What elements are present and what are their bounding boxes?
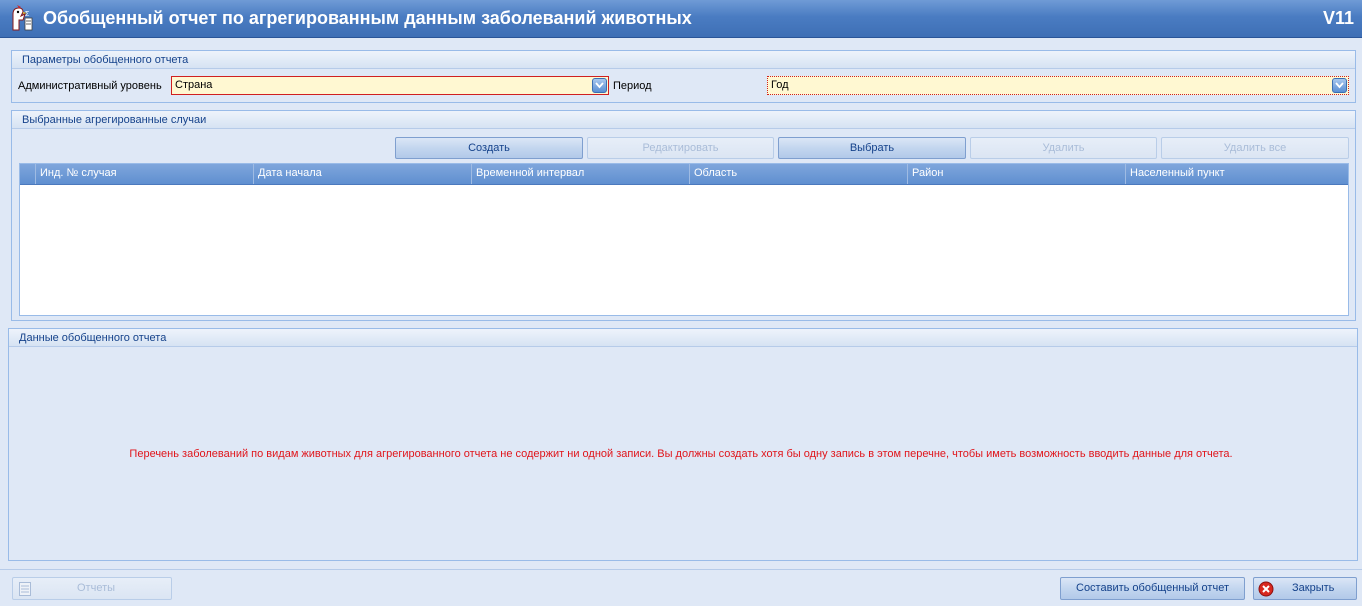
period-label: Период <box>613 80 652 92</box>
column-district[interactable]: Район <box>908 164 1126 184</box>
create-button[interactable]: Создать <box>395 137 583 159</box>
period-combo[interactable]: Год <box>767 76 1349 95</box>
edit-button[interactable]: Редактировать <box>587 137 774 159</box>
cases-grid[interactable]: Инд. № случая Дата начала Временной инте… <box>19 163 1349 316</box>
report-params-group: Параметры обобщенного отчета Администрат… <box>11 50 1356 103</box>
column-time-interval[interactable]: Временной интервал <box>472 164 690 184</box>
close-icon <box>1258 581 1274 597</box>
app-logo-icon: Σ <box>12 5 33 31</box>
select-button[interactable]: Выбрать <box>778 137 966 159</box>
chevron-down-icon[interactable] <box>1332 78 1347 93</box>
empty-list-warning: Перечень заболеваний по видам животных д… <box>129 448 1233 460</box>
column-start-date[interactable]: Дата начала <box>254 164 472 184</box>
grid-header: Инд. № случая Дата начала Временной инте… <box>20 164 1348 185</box>
column-settlement[interactable]: Населенный пункт <box>1126 164 1348 184</box>
delete-all-button[interactable]: Удалить все <box>1161 137 1349 159</box>
window-title: Обобщенный отчет по агрегированным данны… <box>43 8 692 28</box>
delete-button[interactable]: Удалить <box>970 137 1157 159</box>
compose-report-button[interactable]: Составить обобщенный отчет <box>1060 577 1245 600</box>
window-titlebar: Σ Обобщенный отчет по агрегированным дан… <box>0 0 1362 38</box>
report-icon <box>19 582 31 596</box>
close-label: Закрыть <box>1292 582 1335 594</box>
report-data-group: Данные обобщенного отчета <box>8 328 1358 561</box>
selected-cases-group: Выбранные агрегированные случаи Создать … <box>11 110 1356 321</box>
period-value: Год <box>771 79 789 91</box>
cases-header: Выбранные агрегированные случаи <box>12 111 1355 129</box>
params-header: Параметры обобщенного отчета <box>12 51 1355 69</box>
column-case-id[interactable]: Инд. № случая <box>36 164 254 184</box>
footer-divider <box>0 569 1362 570</box>
admin-level-value: Страна <box>175 79 213 91</box>
svg-text:Σ: Σ <box>25 11 30 18</box>
row-indicator-header <box>20 164 36 184</box>
admin-level-combo[interactable]: Страна <box>171 76 609 95</box>
chevron-down-icon[interactable] <box>592 78 607 93</box>
reports-button[interactable]: Отчеты <box>12 577 172 600</box>
reports-label: Отчеты <box>77 582 116 594</box>
compose-report-label: Составить обобщенный отчет <box>1076 582 1229 594</box>
column-region[interactable]: Область <box>690 164 908 184</box>
report-data-header: Данные обобщенного отчета <box>9 329 1357 347</box>
close-button[interactable]: Закрыть <box>1253 577 1357 600</box>
version-label: V11 <box>1322 8 1354 28</box>
admin-level-label: Административный уровень <box>18 80 162 92</box>
